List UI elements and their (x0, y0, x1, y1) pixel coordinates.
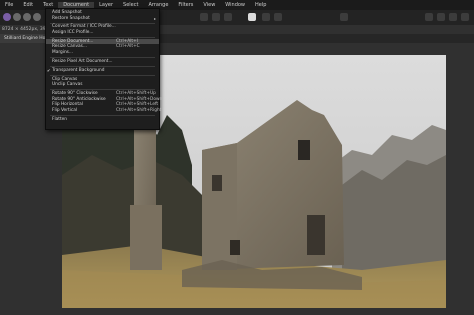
mirror-view-icon[interactable] (449, 13, 457, 21)
menu-item-label: Margins... (52, 49, 74, 55)
menu-item-shortcut: Ctrl+Alt+Shift+Left (116, 102, 159, 108)
menu-item-assign-icc[interactable]: Assign ICC Profile... (46, 30, 159, 36)
menu-item-shortcut: Ctrl+Alt+Shift+Up (116, 91, 156, 97)
checkmark-icon: ✔ (47, 67, 51, 73)
menu-item-label: Flip Horizontal (52, 102, 83, 108)
split-view-icon[interactable] (437, 13, 445, 21)
menu-item-label: Flip Vertical (52, 107, 78, 113)
brush-tool-icon[interactable] (224, 13, 232, 21)
move-tool-icon[interactable] (262, 13, 270, 21)
menu-separator (50, 114, 155, 116)
menu-item-label: Resize Pixel Art Document... (52, 58, 113, 64)
menu-item-shortcut: Ctrl+Alt+Shift+Right (116, 107, 162, 113)
menu-item-transparent-background[interactable]: ✔ Transparent Background (46, 68, 159, 74)
submenu-arrow-icon: ▸ (153, 15, 156, 21)
menu-item-restore-snapshot[interactable]: Restore Snapshot ▸ (46, 16, 159, 22)
menu-view[interactable]: View (198, 2, 220, 8)
menu-item-label: Assign ICC Profile... (52, 29, 94, 35)
color-swatch-icon[interactable] (248, 13, 256, 21)
persona-develop-icon[interactable] (33, 13, 41, 21)
app-logo-icon[interactable] (3, 13, 11, 21)
menu-item-shortcut: Ctrl+Alt+C (116, 44, 140, 50)
zoom-fit-icon[interactable] (461, 13, 469, 21)
menu-item-label: Flatten (52, 116, 68, 122)
menu-filters[interactable]: Filters (173, 2, 198, 8)
persona-photo-icon[interactable] (13, 13, 21, 21)
menu-item-label: Add Snapshot (52, 10, 82, 16)
menu-item-label: Resize Canvas... (52, 44, 88, 50)
menu-item-label: Rotate 90° Anticlockwise (52, 96, 106, 102)
menu-separator (50, 36, 155, 38)
menu-item-label: Convert Format / ICC Profile... (52, 24, 116, 30)
marquee-tool-icon[interactable] (212, 13, 220, 21)
menu-separator (50, 56, 155, 58)
snapping-icon[interactable] (340, 13, 348, 21)
view-mode-icon[interactable] (425, 13, 433, 21)
menu-edit[interactable]: Edit (18, 2, 38, 8)
menu-item-margins[interactable]: Margins... (46, 50, 159, 56)
menu-item-flip-vertical[interactable]: Flip Vertical Ctrl+Alt+Shift+Right (46, 107, 162, 114)
menu-item-label: Transparent Background (52, 67, 105, 73)
menu-item-unclip-canvas[interactable]: Unclip Canvas (46, 82, 159, 88)
menu-item-shortcut: Ctrl+Alt+Shift+Down (116, 96, 163, 102)
menu-help[interactable]: Help (250, 2, 271, 8)
menu-item-label: Restore Snapshot (52, 15, 90, 21)
menu-separator (50, 74, 155, 76)
selection-tool-icon[interactable] (200, 13, 208, 21)
document-menu-dropdown: Add Snapshot Restore Snapshot ▸ Convert … (45, 8, 163, 130)
menu-item-label: Unclip Canvas (52, 82, 83, 88)
menu-window[interactable]: Window (220, 2, 250, 8)
persona-liquify-icon[interactable] (23, 13, 31, 21)
menu-item-resize-pixel-art[interactable]: Resize Pixel Art Document... (46, 59, 159, 65)
menu-separator (50, 65, 155, 67)
menu-item-label: Rotate 90° Clockwise (52, 91, 98, 97)
menu-file[interactable]: File (0, 2, 18, 8)
crop-tool-icon[interactable] (274, 13, 282, 21)
menu-item-flatten[interactable]: Flatten (46, 117, 159, 123)
